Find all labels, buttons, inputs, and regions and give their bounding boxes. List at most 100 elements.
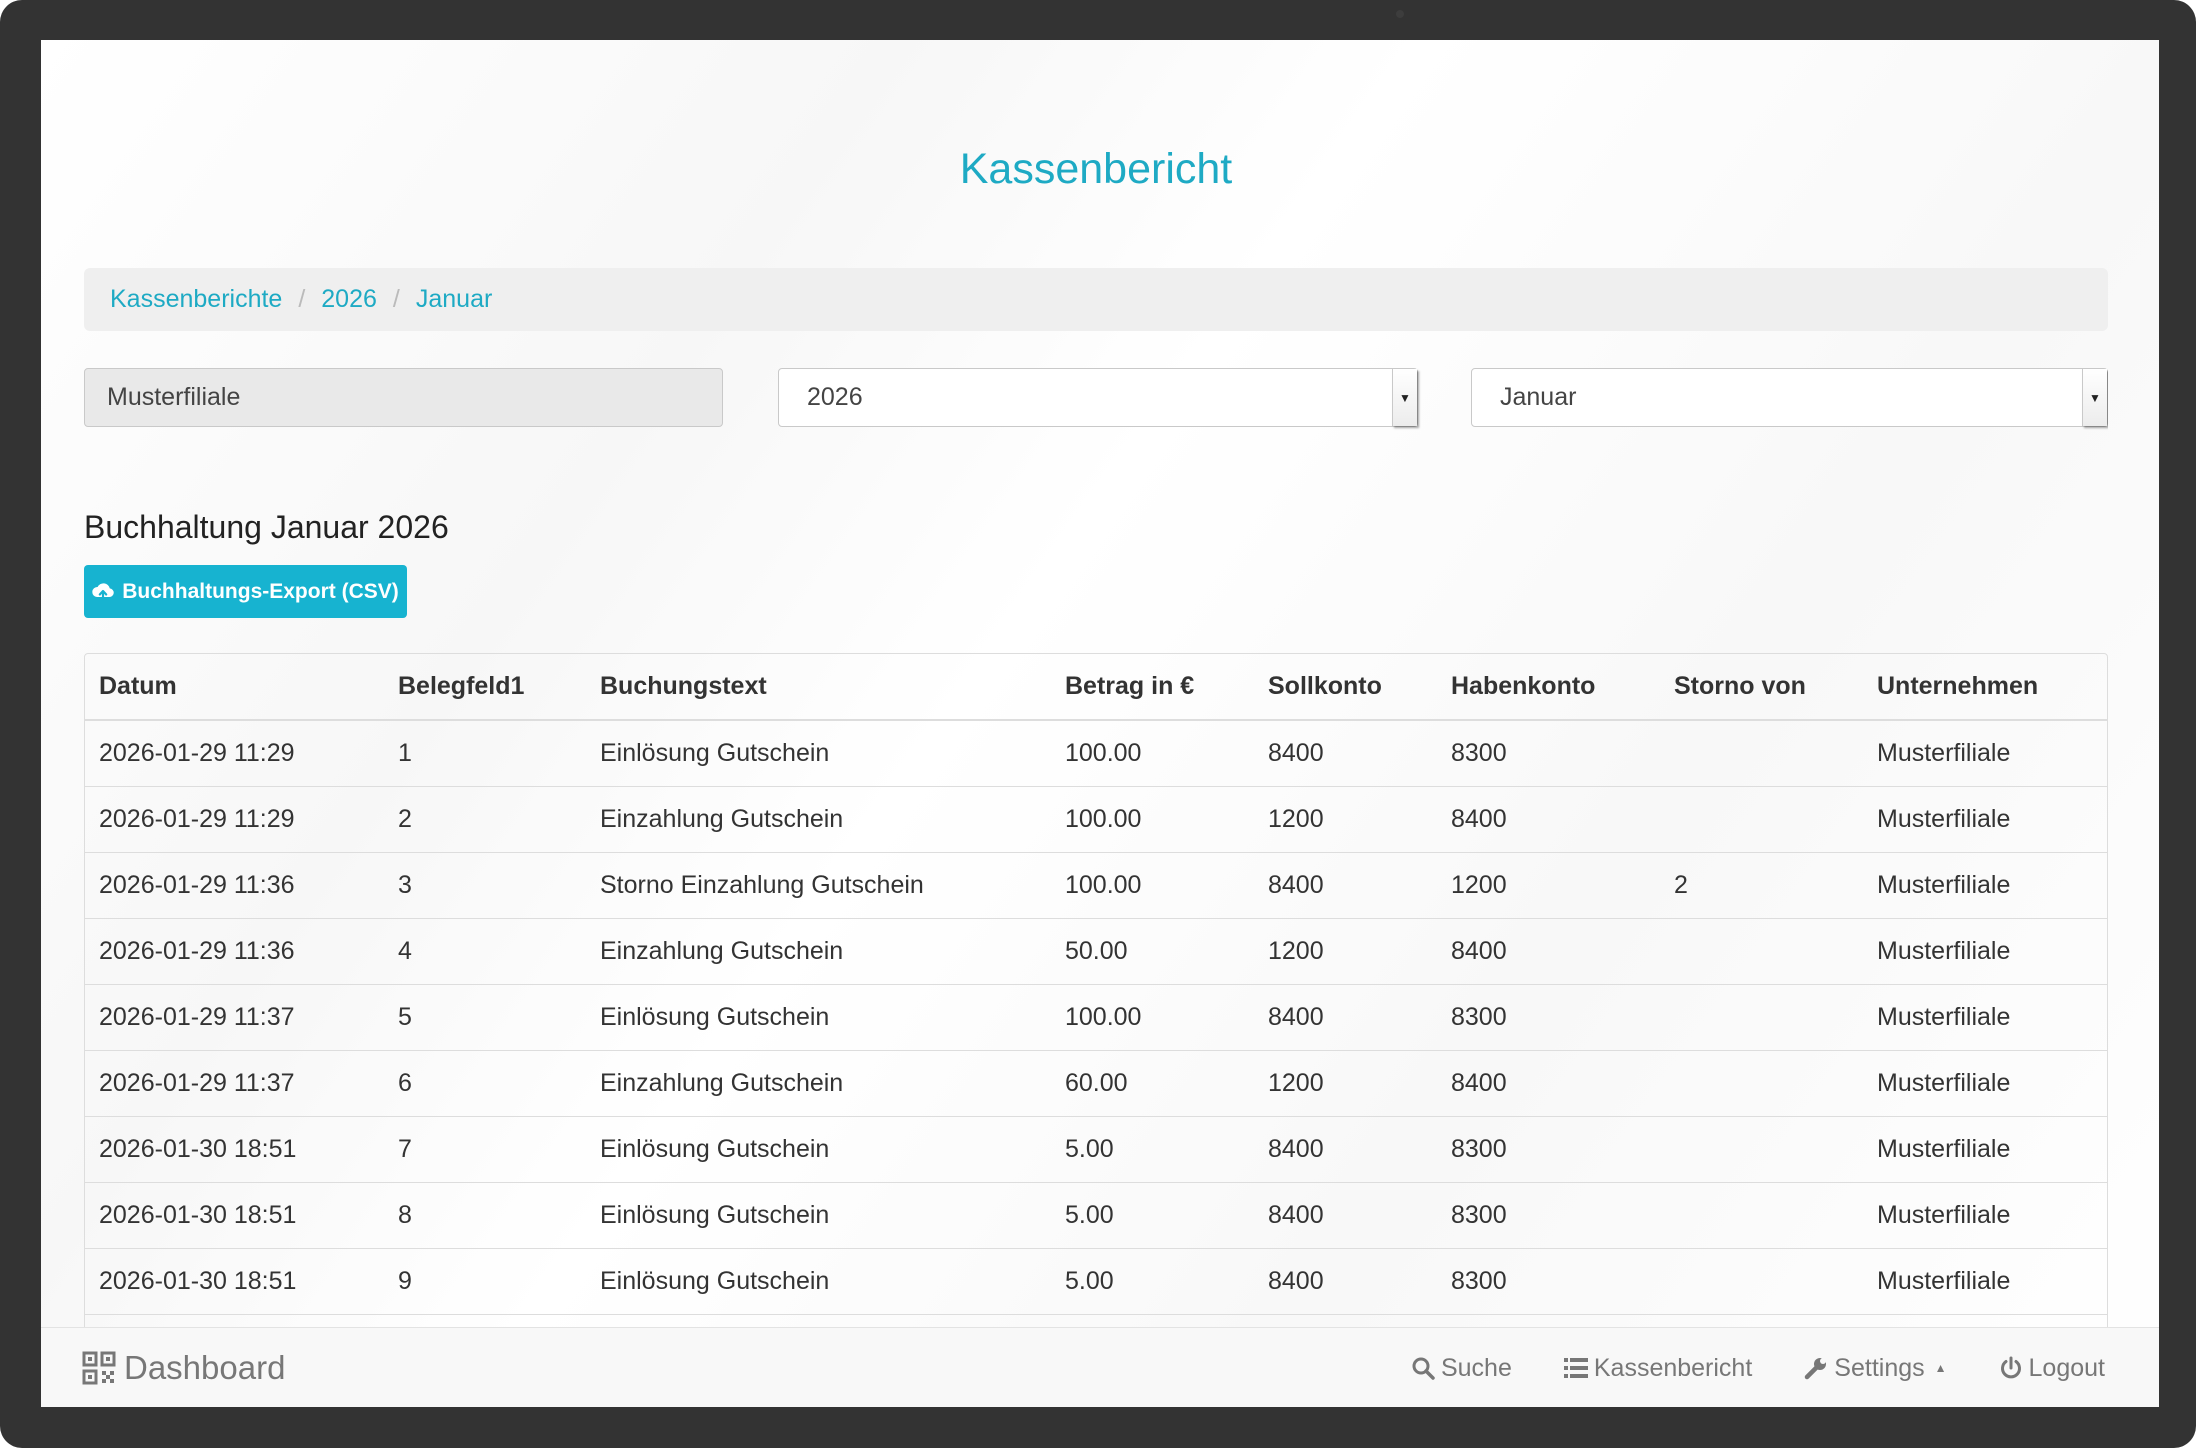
cell-datum: 2026-01-29 11:29 bbox=[85, 786, 384, 853]
camera-dot bbox=[1396, 10, 1404, 18]
cell-habenkonto: 8300 bbox=[1437, 719, 1660, 787]
month-select[interactable]: Januar ▼ bbox=[1471, 368, 2108, 427]
cell-buchungstext: Einlösung Gutschein bbox=[586, 719, 1051, 787]
table-header-row: Datum Belegfeld1 Buchungstext Betrag in … bbox=[85, 654, 2107, 721]
table-row: 2026-01-30 18:51 7 Einlösung Gutschein 5.00… bbox=[85, 1116, 2107, 1183]
column-header-unternehmen: Unternehmen bbox=[1863, 654, 2107, 721]
cell-belegfeld1: 9 bbox=[384, 1248, 586, 1315]
cell-sollkonto: 8400 bbox=[1254, 1248, 1437, 1315]
cell-betrag: 100.00 bbox=[1051, 852, 1254, 919]
cell-belegfeld1: 3 bbox=[384, 852, 586, 919]
bottom-navbar: Dashboard Suche Kassenbericht Settings ▲… bbox=[41, 1327, 2159, 1407]
table-row: 2026-01-29 11:37 6 Einzahlung Gutschein 60.… bbox=[85, 1050, 2107, 1117]
breadcrumb: Kassenberichte / 2026 / Januar bbox=[84, 268, 2108, 331]
cell-unternehmen: Musterfiliale bbox=[1863, 852, 2107, 919]
cell-datum: 2026-01-30 18:52 bbox=[85, 1314, 384, 1327]
cell-sollkonto: 8400 bbox=[1254, 1182, 1437, 1249]
section-title: Buchhaltung Januar 2026 bbox=[84, 509, 449, 545]
cell-betrag: 5.00 bbox=[1051, 1314, 1254, 1327]
cell-sollkonto: 1200 bbox=[1254, 918, 1437, 985]
month-select-value: Januar bbox=[1500, 383, 1577, 411]
year-select-value: 2026 bbox=[807, 383, 863, 411]
caret-up-icon: ▲ bbox=[1934, 1361, 1947, 1375]
cell-sollkonto: 8400 bbox=[1254, 1314, 1437, 1327]
cell-storno-von bbox=[1660, 984, 1863, 1051]
column-header-datum: Datum bbox=[85, 654, 384, 721]
nav-item-kassenbericht[interactable]: Kassenbericht bbox=[1563, 1354, 1752, 1383]
branch-field: Musterfiliale bbox=[84, 368, 723, 427]
cell-habenkonto: 8400 bbox=[1437, 918, 1660, 985]
cell-unternehmen: Musterfiliale bbox=[1863, 1050, 2107, 1117]
cell-belegfeld1: 8 bbox=[384, 1182, 586, 1249]
cell-sollkonto: 8400 bbox=[1254, 852, 1437, 919]
cell-habenkonto: 1200 bbox=[1437, 852, 1660, 919]
table-row: 2026-01-29 11:29 2 Einzahlung Gutschein 100… bbox=[85, 786, 2107, 853]
nav-item-settings[interactable]: Settings ▲ bbox=[1804, 1354, 1947, 1383]
cell-buchungstext: Einlösung Gutschein bbox=[586, 1248, 1051, 1315]
cell-betrag: 100.00 bbox=[1051, 786, 1254, 853]
cell-buchungstext: Einzahlung Gutschein bbox=[586, 918, 1051, 985]
cell-storno-von bbox=[1660, 1248, 1863, 1315]
cell-belegfeld1: 6 bbox=[384, 1050, 586, 1117]
wrench-icon bbox=[1805, 1358, 1827, 1380]
device-bezel: Kassenbericht Kassenberichte / 2026 / Ja… bbox=[0, 0, 2196, 1448]
cloud-upload-icon bbox=[92, 582, 114, 601]
cell-belegfeld1: 4 bbox=[384, 918, 586, 985]
breadcrumb-month[interactable]: Januar bbox=[416, 285, 492, 314]
caret-down-icon: ▼ bbox=[1399, 390, 1411, 405]
table-row: 2026-01-29 11:36 3 Storno Einzahlung Gutsc… bbox=[85, 852, 2107, 919]
cell-habenkonto: 8400 bbox=[1437, 1050, 1660, 1117]
year-select[interactable]: 2026 ▼ bbox=[778, 368, 1418, 427]
list-icon bbox=[1563, 1358, 1588, 1378]
year-select-toggle[interactable]: ▼ bbox=[1392, 369, 1417, 426]
cell-datum: 2026-01-29 11:36 bbox=[85, 918, 384, 985]
month-select-toggle[interactable]: ▼ bbox=[2082, 369, 2107, 426]
booking-table: Datum Belegfeld1 Buchungstext Betrag in … bbox=[84, 653, 2108, 1327]
nav-item-label: Logout bbox=[2028, 1353, 2105, 1382]
cell-storno-von bbox=[1660, 719, 1863, 787]
breadcrumb-kassenberichte[interactable]: Kassenberichte bbox=[110, 285, 282, 314]
nav-item-suche[interactable]: Suche bbox=[1411, 1354, 1512, 1383]
cell-habenkonto: 8300 bbox=[1437, 984, 1660, 1051]
cell-datum: 2026-01-29 11:37 bbox=[85, 984, 384, 1051]
cell-buchungstext: Einzahlung Gutschein bbox=[586, 1050, 1051, 1117]
column-header-sollkonto: Sollkonto bbox=[1254, 654, 1437, 721]
column-header-habenkonto: Habenkonto bbox=[1437, 654, 1660, 721]
cell-unternehmen: Musterfiliale bbox=[1863, 1314, 2107, 1327]
cell-buchungstext: Einzahlung Gutschein bbox=[586, 786, 1051, 853]
csv-export-button[interactable]: Buchhaltungs-Export (CSV) bbox=[84, 565, 407, 618]
csv-export-label: Buchhaltungs-Export (CSV) bbox=[122, 579, 399, 603]
breadcrumb-separator: / bbox=[392, 285, 400, 313]
cell-betrag: 100.00 bbox=[1051, 719, 1254, 787]
brand-link[interactable]: Dashboard bbox=[82, 1328, 285, 1407]
cell-buchungstext: Einlösung Gutschein bbox=[586, 1116, 1051, 1183]
table-row: 2026-01-30 18:51 9 Einlösung Gutschein 5.00… bbox=[85, 1248, 2107, 1315]
cell-buchungstext: Storno Einzahlung Gutschein bbox=[586, 852, 1051, 919]
table-row: 2026-01-30 18:51 8 Einlösung Gutschein 5.00… bbox=[85, 1182, 2107, 1249]
cell-datum: 2026-01-30 18:51 bbox=[85, 1116, 384, 1183]
column-header-betrag: Betrag in € bbox=[1051, 654, 1254, 721]
page-title: Kassenbericht bbox=[959, 145, 1233, 193]
cell-unternehmen: Musterfiliale bbox=[1863, 1116, 2107, 1183]
cell-habenkonto: 8300 bbox=[1437, 1314, 1660, 1327]
brand-label: Dashboard bbox=[124, 1349, 286, 1386]
cell-datum: 2026-01-30 18:51 bbox=[85, 1248, 384, 1315]
power-icon bbox=[2000, 1356, 2021, 1379]
nav-item-label: Suche bbox=[1440, 1353, 1512, 1382]
cell-datum: 2026-01-30 18:51 bbox=[85, 1182, 384, 1249]
nav-item-logout[interactable]: Logout bbox=[1999, 1354, 2105, 1383]
cell-unternehmen: Musterfiliale bbox=[1863, 918, 2107, 985]
cell-storno-von bbox=[1660, 1116, 1863, 1183]
cell-storno-von bbox=[1660, 786, 1863, 853]
caret-down-icon: ▼ bbox=[2089, 390, 2101, 405]
table-row: 2026-01-29 11:37 5 Einlösung Gutschein 100.… bbox=[85, 984, 2107, 1051]
cell-betrag: 60.00 bbox=[1051, 1050, 1254, 1117]
table-row: 2026-01-30 18:5210Einlösung Gutschein5.0… bbox=[85, 1314, 2107, 1327]
cell-buchungstext: Einlösung Gutschein bbox=[586, 1314, 1051, 1327]
cell-belegfeld1: 2 bbox=[384, 786, 586, 853]
breadcrumb-year[interactable]: 2026 bbox=[321, 285, 377, 314]
qr-code-icon bbox=[82, 1351, 116, 1385]
cell-buchungstext: Einlösung Gutschein bbox=[586, 1182, 1051, 1249]
cell-unternehmen: Musterfiliale bbox=[1863, 984, 2107, 1051]
table-row: 2026-01-29 11:36 4 Einzahlung Gutschein 50.… bbox=[85, 918, 2107, 985]
